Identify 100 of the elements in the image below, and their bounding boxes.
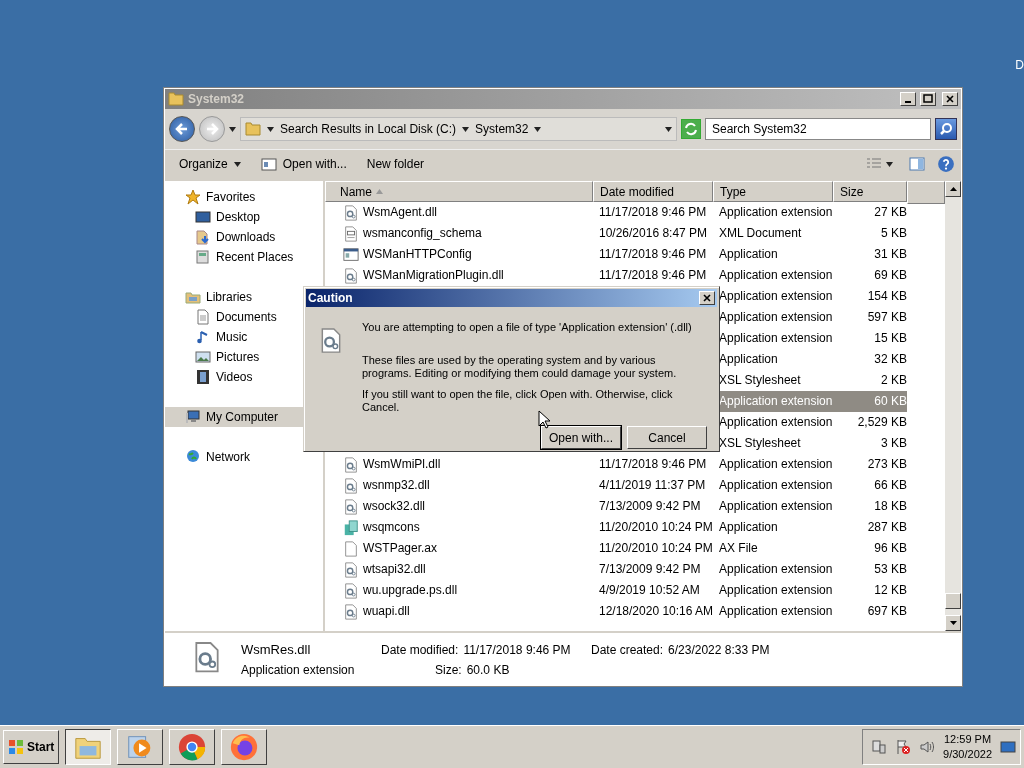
show-desktop-icon[interactable]: [1000, 739, 1016, 755]
close-button[interactable]: [699, 291, 715, 305]
caret-icon[interactable]: [267, 126, 274, 132]
date-cell: 11/17/2018 9:46 PM: [599, 268, 707, 282]
type-cell: Application extension: [719, 394, 833, 408]
desktop-icon: [195, 209, 211, 225]
folder-icon: [245, 121, 261, 137]
type-cell: Application extension: [719, 415, 833, 429]
refresh-button[interactable]: [681, 119, 701, 139]
nav-item[interactable]: Pictures: [165, 347, 266, 367]
toolbar-button[interactable]: Organize: [171, 154, 249, 174]
dialog-button[interactable]: Open with...: [541, 426, 621, 449]
nav-item[interactable]: Videos: [165, 367, 259, 387]
caret-icon[interactable]: [665, 126, 672, 132]
file-name[interactable]: wsnmp32.dll: [363, 475, 430, 496]
forward-arrow-icon: [204, 121, 220, 137]
close-icon: [945, 94, 955, 104]
search-field[interactable]: Search System32: [705, 118, 931, 140]
nav-item[interactable]: Network: [165, 447, 256, 467]
chrome-icon: [177, 732, 208, 762]
desktop-icon-label[interactable]: D: [1015, 58, 1024, 72]
breadcrumb[interactable]: Search Results in Local Disk (C:): [280, 122, 457, 136]
file-name[interactable]: wsock32.dll: [363, 496, 426, 517]
size-cell: 5 KB: [881, 226, 907, 240]
nav-item[interactable]: Libraries: [165, 287, 259, 307]
help-icon[interactable]: [937, 155, 955, 173]
speaker-icon[interactable]: [919, 739, 936, 755]
type-cell: Application extension: [719, 562, 833, 576]
size-cell: 60 KB: [874, 394, 907, 408]
dialog-button[interactable]: Cancel: [627, 426, 707, 449]
column-header[interactable]: Name: [325, 181, 593, 202]
scroll-up-button[interactable]: [945, 181, 961, 197]
column-header[interactable]: Size: [833, 181, 907, 202]
nav-item[interactable]: Desktop: [165, 207, 267, 227]
search-button[interactable]: [935, 118, 957, 140]
scroll-thumb[interactable]: [945, 593, 961, 609]
file-name[interactable]: WSManHTTPConfig: [363, 244, 472, 265]
clock[interactable]: 12:59 PM 9/30/2022: [943, 732, 992, 762]
caret-icon[interactable]: [886, 161, 893, 167]
toolbar-button[interactable]: New folder: [358, 154, 433, 174]
star-icon: [185, 189, 201, 205]
start-button[interactable]: Start: [3, 730, 60, 764]
file-name[interactable]: wsqmcons: [363, 517, 420, 538]
file-name[interactable]: wtsapi32.dll: [363, 559, 426, 580]
file-name[interactable]: wuapi.dll: [363, 601, 410, 622]
column-header[interactable]: Date modified: [593, 181, 713, 202]
pictures-icon: [195, 349, 211, 365]
film-icon: [195, 369, 211, 385]
size-cell: 96 KB: [874, 541, 907, 555]
gear-file-icon: [343, 204, 359, 221]
file-name[interactable]: WSManMigrationPlugin.dll: [363, 265, 504, 286]
gear-file-icon: [343, 498, 359, 515]
file-name[interactable]: WSTPager.ax: [363, 538, 438, 559]
nav-item[interactable]: Downloads: [165, 227, 282, 247]
flag-icon[interactable]: [895, 739, 912, 755]
computer-icon: [185, 409, 201, 425]
preview-pane-icon[interactable]: [909, 156, 925, 172]
minimize-icon: [905, 101, 911, 103]
file-name[interactable]: wu.upgrade.ps.dll: [363, 580, 458, 601]
back-button[interactable]: [169, 116, 195, 142]
breadcrumb[interactable]: System32: [475, 122, 529, 136]
window-icon: [343, 246, 359, 263]
field-label: Date modified:: [381, 642, 459, 657]
network-icon: [185, 449, 201, 465]
toolbar-button[interactable]: Open with...: [252, 153, 355, 175]
document-icon: [343, 225, 359, 242]
document-icon: [195, 309, 211, 325]
back-arrow-icon: [174, 121, 190, 137]
field-value: 11/17/2018 9:46 PM: [463, 642, 571, 657]
downloads-icon: [195, 229, 211, 245]
firefox-icon: [229, 732, 260, 762]
size-cell: 32 KB: [874, 352, 907, 366]
caret-icon[interactable]: [534, 126, 542, 132]
size-cell: 66 KB: [874, 478, 907, 492]
file-name[interactable]: WsmAgent.dll: [363, 202, 438, 223]
size-cell: 2,529 KB: [857, 415, 907, 429]
address-bar[interactable]: Search Results in Local Disk (C:) System32: [240, 117, 677, 141]
application-icon: [343, 519, 359, 536]
caret-icon[interactable]: [229, 126, 236, 132]
date-cell: 7/13/2009 9:42 PM: [599, 562, 701, 576]
type-cell: Application extension: [719, 331, 833, 345]
nav-item[interactable]: Documents: [165, 307, 283, 327]
file-name[interactable]: WsmWmiPl.dll: [363, 454, 441, 475]
column-header[interactable]: Type: [713, 181, 833, 202]
type-cell: Application: [719, 520, 778, 534]
date-cell: 4/9/2019 10:52 AM: [599, 583, 700, 597]
nav-item[interactable]: Recent Places: [165, 247, 300, 267]
caret-icon[interactable]: [462, 126, 470, 132]
nav-item[interactable]: Music: [165, 327, 254, 347]
scroll-down-button[interactable]: [945, 615, 961, 631]
type-cell: Application: [719, 247, 778, 261]
taskbar-button[interactable]: [65, 729, 112, 765]
file-name[interactable]: wsmanconfig_schema: [363, 223, 482, 244]
size-cell: 31 KB: [874, 247, 907, 261]
nav-item[interactable]: Favorites: [165, 187, 262, 207]
scrollbar[interactable]: [945, 181, 961, 631]
gear-file-icon: [343, 477, 359, 494]
field-label: Size:: [435, 662, 462, 677]
network-icon[interactable]: [871, 739, 888, 755]
type-cell: Application extension: [719, 205, 833, 219]
